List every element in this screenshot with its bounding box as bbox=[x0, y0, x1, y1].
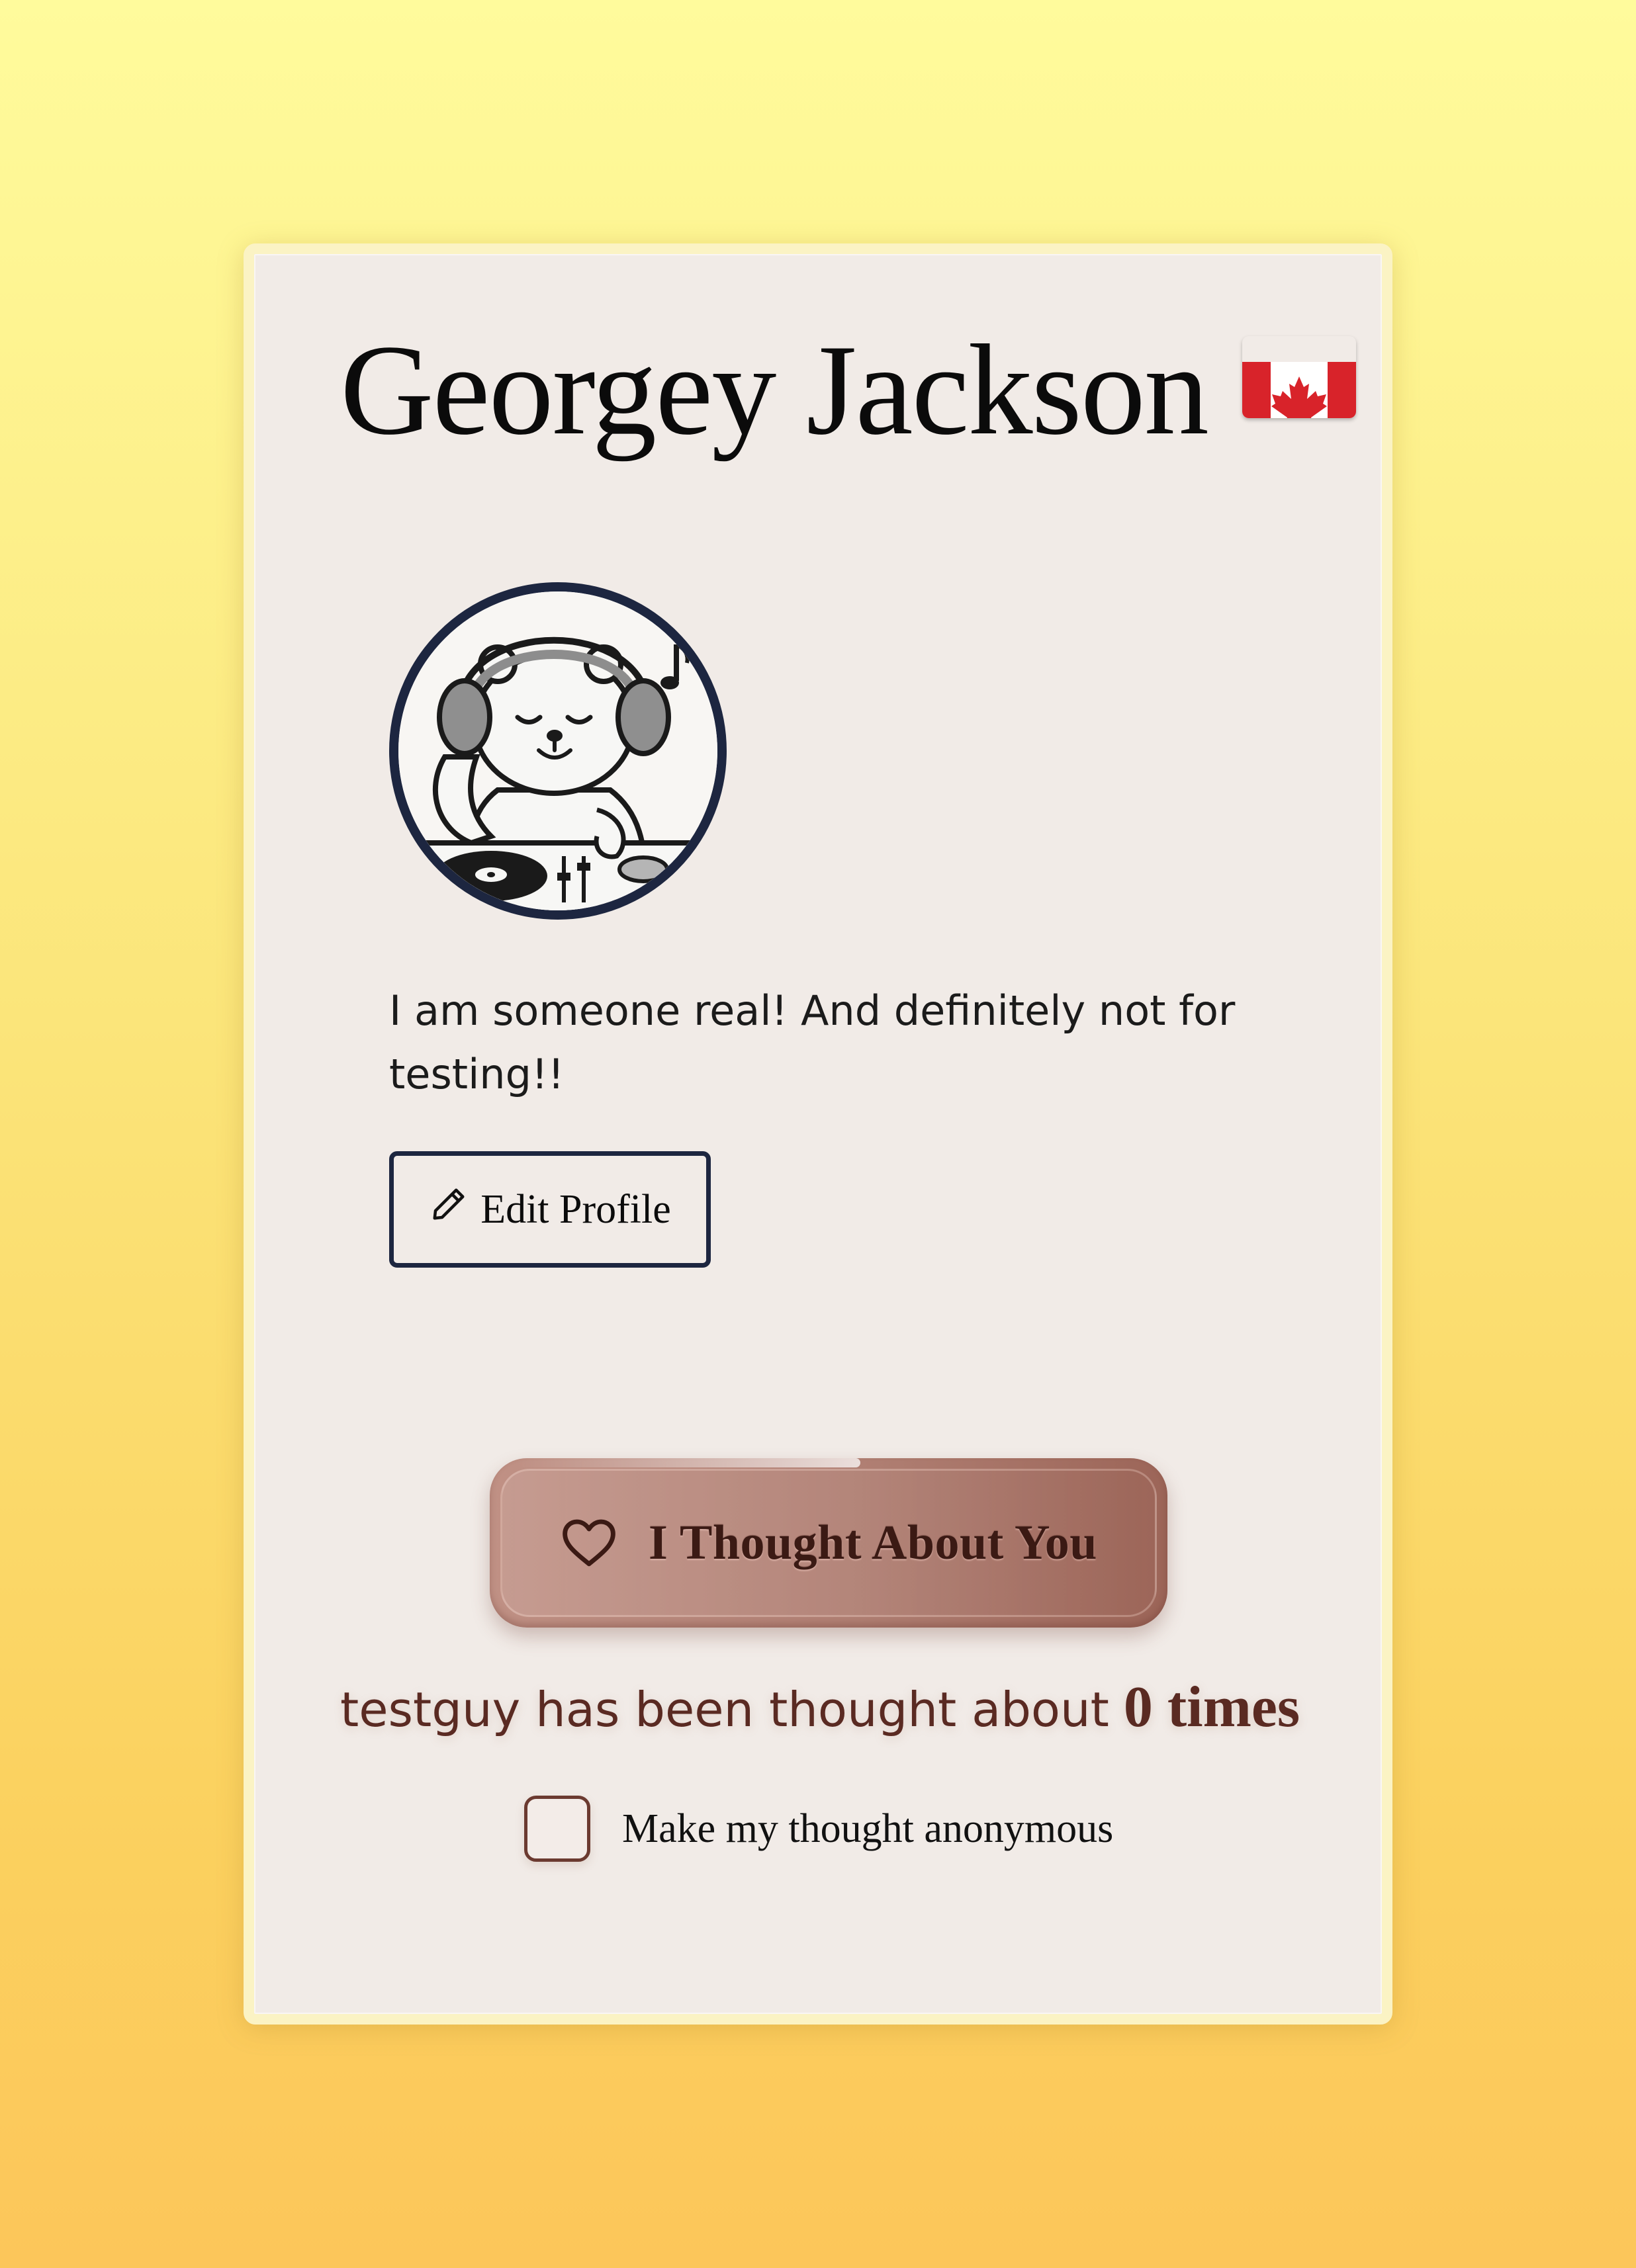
anonymous-option[interactable]: Make my thought anonymous bbox=[524, 1796, 1113, 1862]
profile-title: Georgey Jackson bbox=[340, 326, 1356, 455]
canada-flag-icon bbox=[1242, 336, 1356, 418]
heart-icon bbox=[560, 1516, 618, 1571]
profile-bio: I am someone real! And definitely not fo… bbox=[389, 986, 1236, 1098]
anonymous-checkbox[interactable] bbox=[524, 1796, 590, 1862]
profile-name: Georgey Jackson bbox=[340, 318, 1209, 462]
thought-count: 0 times bbox=[1123, 1675, 1300, 1739]
anonymous-label[interactable]: Make my thought anonymous bbox=[622, 1806, 1113, 1853]
edit-profile-label: Edit Profile bbox=[480, 1186, 671, 1232]
thought-counter: testguy has been thought about 0 times bbox=[340, 1674, 1300, 1741]
pencil-icon bbox=[429, 1184, 469, 1235]
thought-counter-text: testguy has been thought about bbox=[340, 1682, 1109, 1737]
thought-about-you-label: I Thought About You bbox=[649, 1515, 1097, 1570]
thought-about-you-button[interactable]: I Thought About You bbox=[490, 1458, 1167, 1628]
profile-card: Georgey Jackson I am someone real! And d… bbox=[244, 243, 1392, 2025]
avatar bbox=[389, 582, 727, 920]
polar-bear-dj-icon bbox=[398, 591, 717, 910]
edit-profile-button[interactable]: Edit Profile bbox=[389, 1151, 711, 1268]
